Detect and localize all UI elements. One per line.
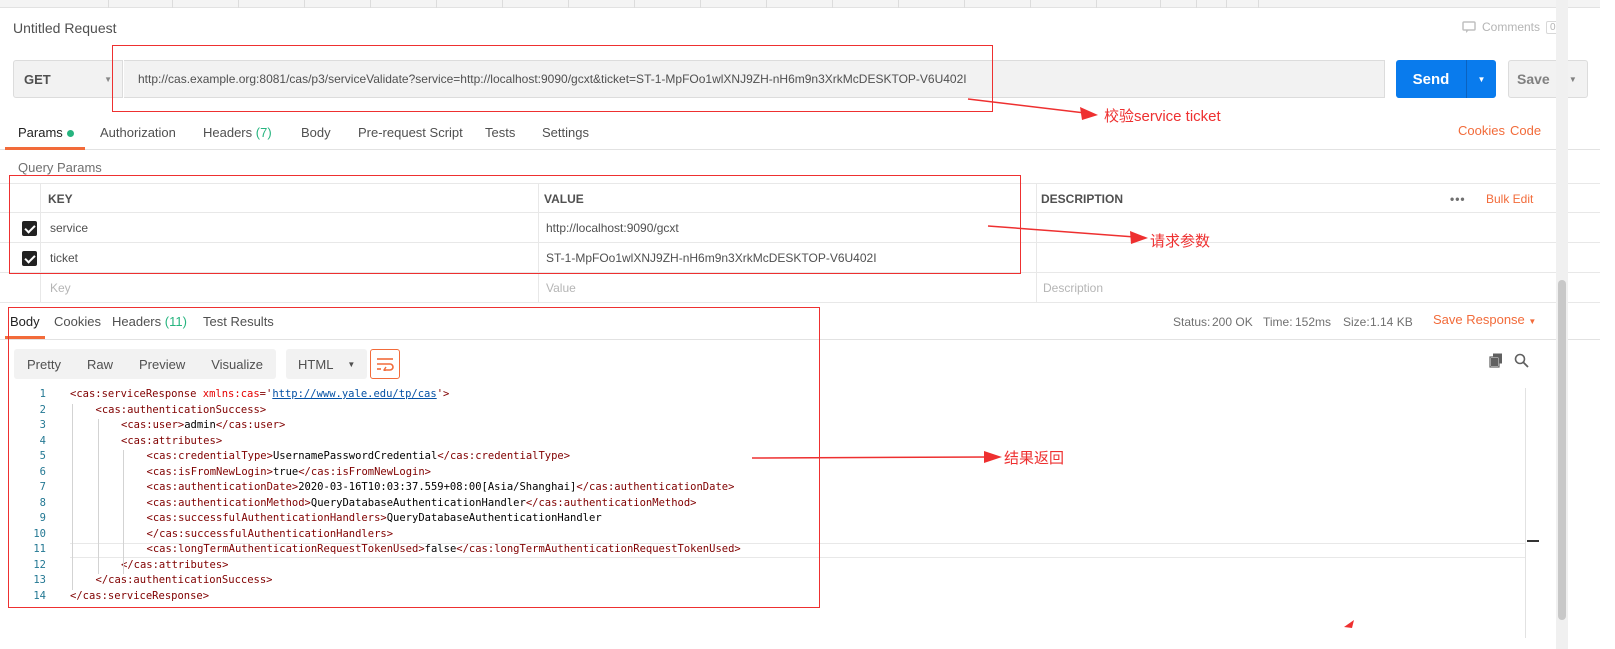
- annotation-verify-ticket: 校验service ticket: [1104, 108, 1221, 125]
- annotation-arrows: [751, 98, 1354, 628]
- annotation-request-params: 请求参数: [1150, 233, 1211, 250]
- annotation-result-return: 结果返回: [1004, 450, 1065, 467]
